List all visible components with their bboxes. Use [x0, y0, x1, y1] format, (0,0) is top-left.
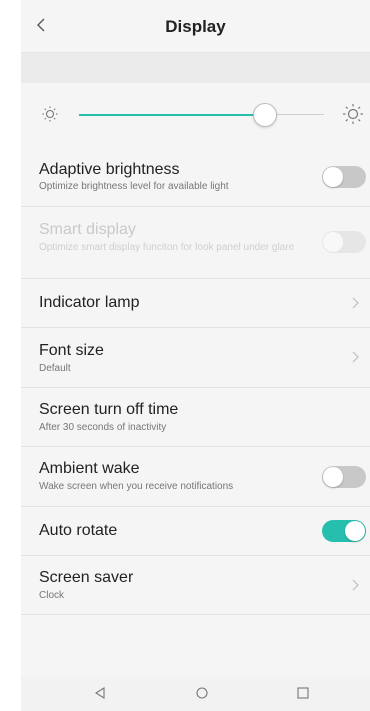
- setting-sublabel: Clock: [39, 590, 65, 601]
- chevron-right-icon: [352, 351, 360, 363]
- chevron-right-icon: [352, 297, 360, 309]
- auto-rotate-toggle[interactable]: [322, 520, 366, 542]
- setting-label: Screen turn off time: [39, 401, 179, 418]
- setting-auto-rotate[interactable]: Auto rotate: [21, 507, 370, 556]
- setting-label: Indicator lamp: [39, 294, 140, 311]
- section-spacer: [21, 53, 370, 83]
- system-navigation-bar: [21, 677, 370, 711]
- setting-label: Adaptive brightness: [39, 161, 180, 178]
- setting-sublabel: After 30 seconds of inactivity: [39, 422, 167, 433]
- display-settings-screen: Display Adaptive brightness Optimize bri…: [21, 0, 370, 711]
- brightness-track-filled[interactable]: [79, 114, 266, 116]
- setting-smart-display: Smart display Optimize smart display fun…: [21, 207, 370, 279]
- setting-sublabel: Optimize smart display funciton for look…: [39, 242, 295, 253]
- setting-screen-saver[interactable]: Screen saver Clock: [21, 556, 370, 615]
- home-circle-icon[interactable]: [195, 686, 209, 705]
- setting-sublabel: Optimize brightness level for available …: [39, 181, 229, 192]
- app-header: Display: [21, 0, 370, 53]
- toggle-knob: [345, 521, 365, 541]
- setting-label: Auto rotate: [39, 522, 118, 539]
- brightness-low-icon: [41, 105, 59, 128]
- setting-label: Ambient wake: [39, 460, 140, 477]
- setting-font-size[interactable]: Font size Default: [21, 328, 370, 388]
- setting-label: Font size: [39, 342, 104, 359]
- toggle-knob: [323, 232, 343, 252]
- page-title: Display: [165, 17, 226, 36]
- setting-ambient-wake[interactable]: Ambient wake Wake screen when you receiv…: [21, 447, 370, 507]
- setting-sublabel: Wake screen when you receive notificatio…: [39, 481, 234, 492]
- adaptive-brightness-toggle[interactable]: [322, 166, 366, 188]
- chevron-right-icon: [352, 579, 360, 591]
- back-triangle-icon[interactable]: [93, 686, 107, 705]
- setting-indicator-lamp[interactable]: Indicator lamp: [21, 279, 370, 328]
- setting-label: Smart display: [39, 221, 136, 238]
- recents-square-icon[interactable]: [296, 686, 310, 705]
- brightness-slider-row: [21, 84, 370, 148]
- smart-display-toggle: [322, 231, 366, 253]
- setting-sublabel: Default: [39, 363, 71, 374]
- setting-adaptive-brightness[interactable]: Adaptive brightness Optimize brightness …: [21, 148, 370, 207]
- setting-screen-turn-off-time[interactable]: Screen turn off time After 30 seconds of…: [21, 388, 370, 447]
- brightness-slider-thumb[interactable]: [253, 103, 278, 127]
- setting-label: Screen saver: [39, 569, 134, 586]
- ambient-wake-toggle[interactable]: [322, 466, 366, 488]
- toggle-knob: [323, 467, 343, 487]
- toggle-knob: [323, 167, 343, 187]
- brightness-high-icon: [342, 103, 364, 130]
